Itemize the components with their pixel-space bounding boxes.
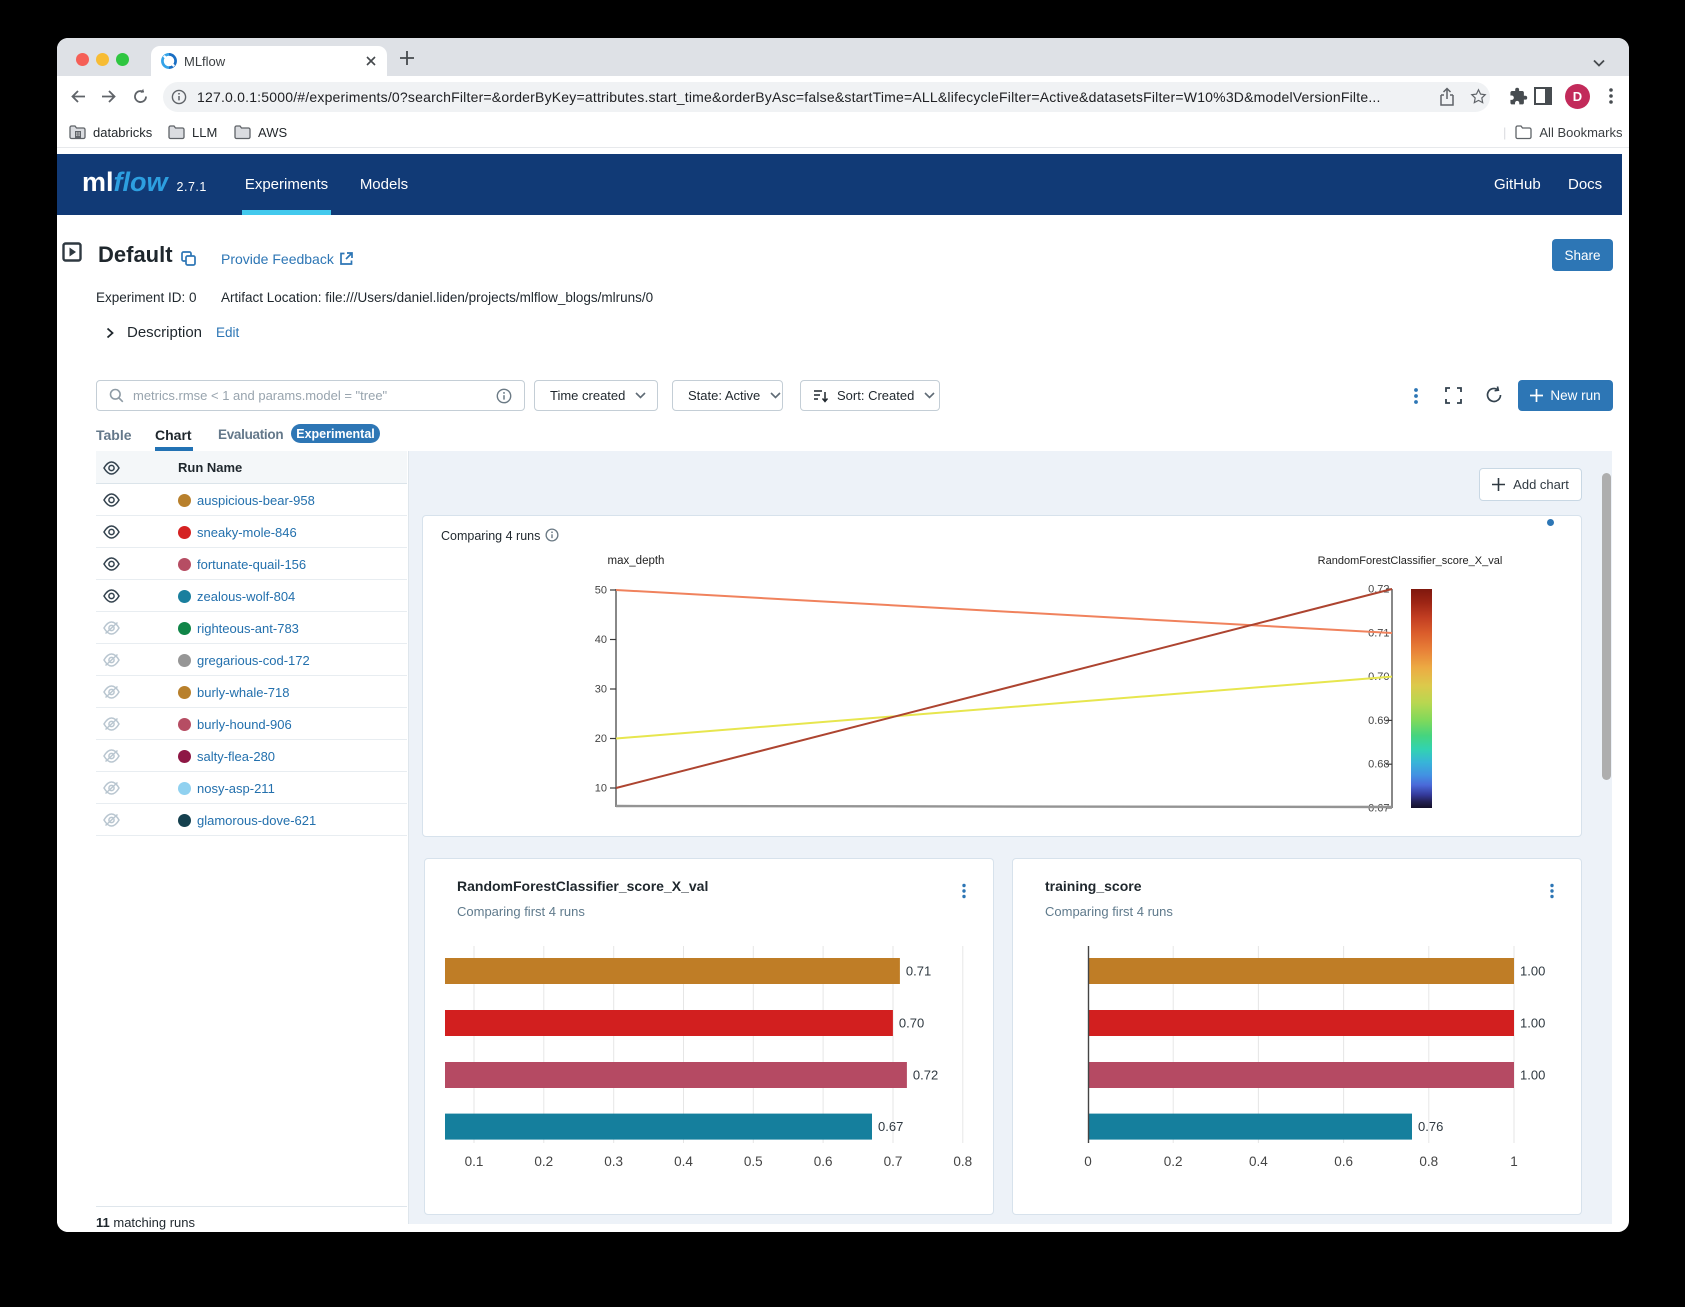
svg-text:0.68: 0.68	[1368, 759, 1389, 771]
svg-text:40: 40	[595, 634, 607, 646]
svg-text:1.00: 1.00	[1520, 1068, 1545, 1083]
svg-text:1.00: 1.00	[1520, 964, 1545, 979]
svg-text:0.67: 0.67	[1368, 803, 1389, 815]
svg-text:0.72: 0.72	[913, 1068, 938, 1083]
svg-text:0.5: 0.5	[744, 1154, 763, 1169]
svg-text:0.2: 0.2	[1164, 1154, 1183, 1169]
svg-text:0.4: 0.4	[674, 1154, 693, 1169]
svg-text:0: 0	[1084, 1154, 1092, 1169]
svg-text:0.8: 0.8	[1419, 1154, 1438, 1169]
svg-text:0.3: 0.3	[604, 1154, 623, 1169]
svg-text:1.00: 1.00	[1520, 1016, 1545, 1031]
svg-text:0.67: 0.67	[878, 1119, 903, 1134]
svg-text:0.6: 0.6	[814, 1154, 833, 1169]
svg-text:50: 50	[595, 585, 607, 597]
svg-text:0.2: 0.2	[534, 1154, 553, 1169]
svg-text:30: 30	[595, 684, 607, 696]
svg-text:0.4: 0.4	[1249, 1154, 1268, 1169]
svg-text:RandomForestClassifier_score_X: RandomForestClassifier_score_X_val	[1318, 555, 1503, 567]
svg-text:max_depth: max_depth	[608, 555, 665, 567]
svg-text:0.76: 0.76	[1418, 1119, 1443, 1134]
svg-text:0.69: 0.69	[1368, 715, 1389, 727]
svg-text:0.70: 0.70	[899, 1016, 924, 1031]
svg-text:0.71: 0.71	[906, 964, 931, 979]
svg-text:1: 1	[1510, 1154, 1518, 1169]
svg-text:10: 10	[595, 783, 607, 795]
svg-text:20: 20	[595, 733, 607, 745]
svg-text:0.8: 0.8	[953, 1154, 972, 1169]
svg-text:0.1: 0.1	[465, 1154, 484, 1169]
svg-text:0.7: 0.7	[884, 1154, 903, 1169]
svg-text:0.6: 0.6	[1334, 1154, 1353, 1169]
